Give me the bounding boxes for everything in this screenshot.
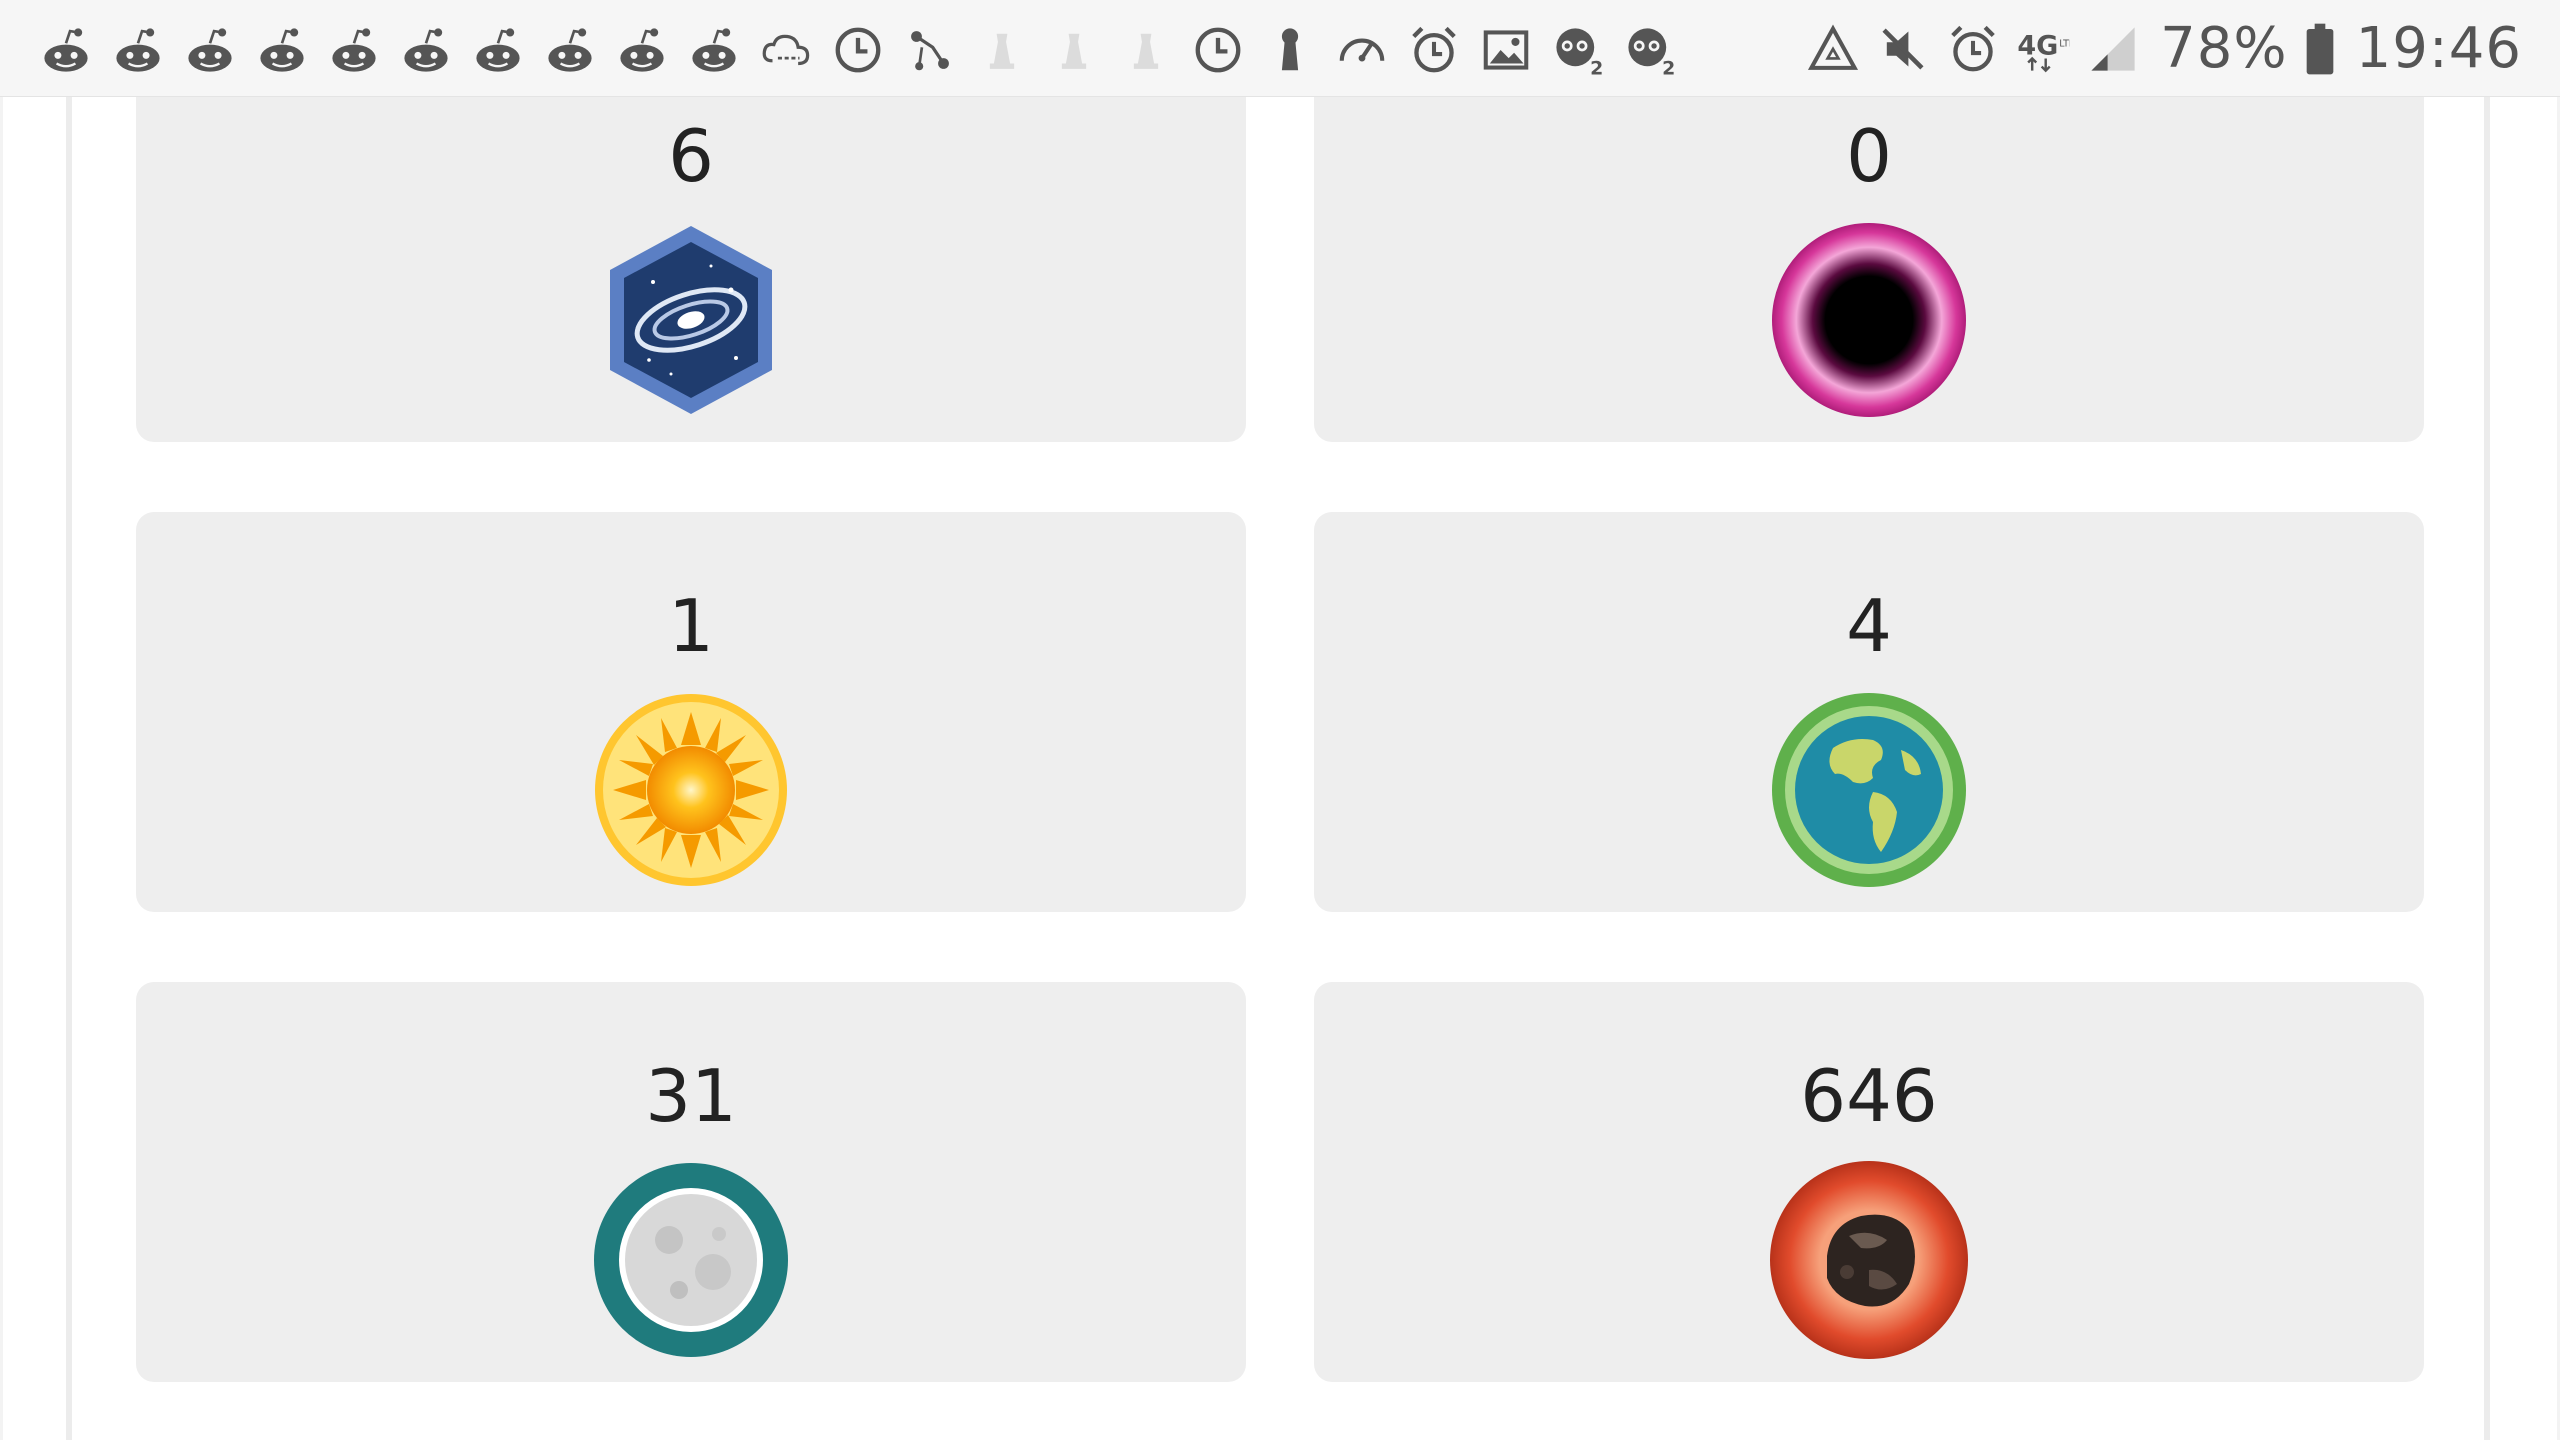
- speedometer-icon[interactable]: [1330, 18, 1394, 82]
- reddit-alien-icon[interactable]: [538, 18, 602, 82]
- badge-count: 0: [1846, 114, 1892, 198]
- galaxy-badge-icon: [591, 220, 791, 420]
- status-clock: 19:46: [2355, 16, 2522, 81]
- face-badge-icon[interactable]: 2: [1546, 18, 1610, 82]
- recycle-alert-icon: [1804, 20, 1862, 78]
- reddit-alien-icon[interactable]: [682, 18, 746, 82]
- notification-icons: 2 2: [34, 18, 1682, 82]
- clock-icon[interactable]: [826, 18, 890, 82]
- reddit-alien-icon[interactable]: [250, 18, 314, 82]
- clock-icon[interactable]: [1186, 18, 1250, 82]
- chess-piece-icon[interactable]: [1042, 18, 1106, 82]
- keyhole-icon[interactable]: [1258, 18, 1322, 82]
- badge-count: 6: [668, 114, 714, 198]
- moon-badge-icon: [591, 1160, 791, 1360]
- badge-card-asteroid[interactable]: 646: [1314, 982, 2424, 1382]
- screen: 2 2 4GLTE 78% 19:46 6: [0, 0, 2560, 1440]
- svg-text:LTE: LTE: [2059, 38, 2070, 49]
- battery-percent: 78%: [2160, 16, 2288, 81]
- reddit-alien-icon[interactable]: [106, 18, 170, 82]
- cloud-sync-icon[interactable]: [754, 18, 818, 82]
- network-4g-lte-icon: 4GLTE: [2014, 20, 2072, 78]
- asteroid-badge-icon: [1769, 1160, 1969, 1360]
- svg-text:4G: 4G: [2017, 30, 2058, 61]
- reddit-alien-icon[interactable]: [466, 18, 530, 82]
- alarm-icon: [1944, 20, 2002, 78]
- face-badge-icon[interactable]: 2: [1618, 18, 1682, 82]
- svg-text:2: 2: [1590, 57, 1603, 77]
- badge-card-earth[interactable]: 4: [1314, 512, 2424, 912]
- reddit-alien-icon[interactable]: [322, 18, 386, 82]
- image-icon[interactable]: [1474, 18, 1538, 82]
- reddit-alien-icon[interactable]: [34, 18, 98, 82]
- reddit-alien-icon[interactable]: [610, 18, 674, 82]
- reddit-alien-icon[interactable]: [394, 18, 458, 82]
- mute-icon: [1874, 20, 1932, 78]
- badge-count: 1: [668, 584, 714, 668]
- badge-card-moon[interactable]: 31: [136, 982, 1246, 1382]
- sun-badge-icon: [591, 690, 791, 890]
- battery-icon: [2300, 20, 2340, 78]
- badge-card-black-hole[interactable]: 0: [1314, 42, 2424, 442]
- route-icon[interactable]: [898, 18, 962, 82]
- reddit-alien-icon[interactable]: [178, 18, 242, 82]
- earth-badge-icon: [1769, 690, 1969, 890]
- black-hole-badge-icon: [1769, 220, 1969, 420]
- status-bar: 2 2 4GLTE 78% 19:46: [0, 0, 2560, 97]
- badge-count: 31: [645, 1054, 737, 1138]
- system-icons: 4GLTE 78% 19:46: [1804, 14, 2522, 84]
- badge-count: 646: [1800, 1054, 1938, 1138]
- chess-piece-icon[interactable]: [970, 18, 1034, 82]
- badge-card-galaxy[interactable]: 6: [136, 42, 1246, 442]
- badge-card-sun[interactable]: 1: [136, 512, 1246, 912]
- badge-grid: 6 0 1 4 31 646: [0, 0, 2560, 1440]
- svg-text:2: 2: [1662, 57, 1675, 77]
- signal-icon: [2084, 20, 2142, 78]
- badge-count: 4: [1846, 584, 1892, 668]
- chess-piece-icon[interactable]: [1114, 18, 1178, 82]
- alarm-icon[interactable]: [1402, 18, 1466, 82]
